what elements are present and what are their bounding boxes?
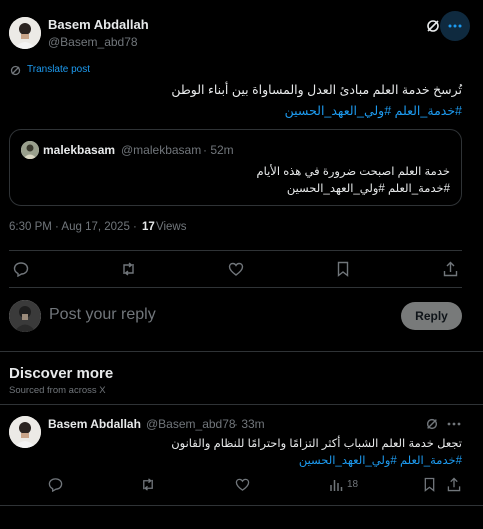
grok-icon[interactable] bbox=[425, 18, 441, 34]
quote-hashtags: #خدمة_العلم #ولي_العهد_الحسين bbox=[286, 183, 450, 195]
discover-post-text: تجعل خدمة العلم الشباب أكثر التزامًا واح… bbox=[171, 438, 462, 450]
reply-button[interactable]: Reply bbox=[401, 302, 462, 330]
quote-author-handle[interactable]: @malekbasam bbox=[121, 143, 201, 157]
author-avatar[interactable] bbox=[9, 17, 41, 49]
discover-post-author-handle[interactable]: @Basem_abd78 bbox=[146, 417, 236, 431]
share-icon[interactable] bbox=[447, 477, 461, 492]
reply-input[interactable]: Post your reply bbox=[49, 306, 379, 324]
discover-post-views: 18 bbox=[347, 479, 359, 490]
discover-post-time[interactable]: · 33m bbox=[234, 417, 265, 431]
author-name[interactable]: Basem Abdallah bbox=[48, 17, 149, 32]
views-label: Views bbox=[156, 221, 187, 233]
analytics-icon[interactable] bbox=[329, 477, 343, 492]
discover-subtitle: Sourced from across X bbox=[9, 385, 106, 396]
post-hashtags[interactable]: #خدمة_العلم #ولي_العهد_الحسين bbox=[42, 103, 462, 118]
translate-icon bbox=[10, 65, 21, 76]
quote-text: خدمة العلم اصبحت ضرورة في هذه الأيام bbox=[256, 166, 450, 178]
divider bbox=[0, 351, 483, 352]
divider bbox=[9, 287, 462, 288]
quote-author-avatar[interactable] bbox=[21, 141, 39, 159]
views-count: 17 bbox=[142, 221, 155, 233]
reply-icon[interactable] bbox=[48, 477, 63, 492]
repost-icon[interactable] bbox=[120, 261, 137, 277]
divider bbox=[0, 404, 483, 405]
discover-title: Discover more bbox=[9, 365, 114, 382]
post-text: تُرسخ خدمة العلم مبادئ العدل والمساواة ب… bbox=[171, 83, 462, 97]
share-icon[interactable] bbox=[443, 261, 458, 277]
divider bbox=[9, 250, 462, 251]
like-icon[interactable] bbox=[235, 477, 250, 492]
discover-post-avatar[interactable] bbox=[9, 416, 41, 448]
reply-icon[interactable] bbox=[13, 261, 29, 277]
post-timestamp[interactable]: 6:30 PM · Aug 17, 2025 · bbox=[9, 221, 137, 233]
bookmark-icon[interactable] bbox=[336, 261, 350, 277]
grok-icon[interactable] bbox=[425, 417, 439, 431]
quoted-post[interactable]: malekbasam @malekbasam · 52m خدمة العلم … bbox=[9, 129, 462, 206]
like-icon[interactable] bbox=[228, 261, 244, 277]
repost-icon[interactable] bbox=[140, 477, 156, 492]
translate-post-link[interactable]: Translate post bbox=[27, 64, 90, 75]
more-options-icon[interactable] bbox=[440, 11, 470, 41]
author-handle[interactable]: @Basem_abd78 bbox=[48, 35, 138, 49]
divider bbox=[0, 505, 483, 506]
quote-author-name[interactable]: malekbasam bbox=[43, 143, 115, 157]
discover-post-author-name[interactable]: Basem Abdallah bbox=[48, 417, 141, 431]
bookmark-icon[interactable] bbox=[423, 477, 436, 492]
my-avatar[interactable] bbox=[9, 300, 41, 332]
discover-post-hashtags[interactable]: #خدمة_العلم #ولي_العهد_الحسين bbox=[52, 453, 462, 467]
more-options-icon[interactable] bbox=[446, 417, 462, 431]
quote-time[interactable]: · 52m bbox=[203, 143, 234, 157]
